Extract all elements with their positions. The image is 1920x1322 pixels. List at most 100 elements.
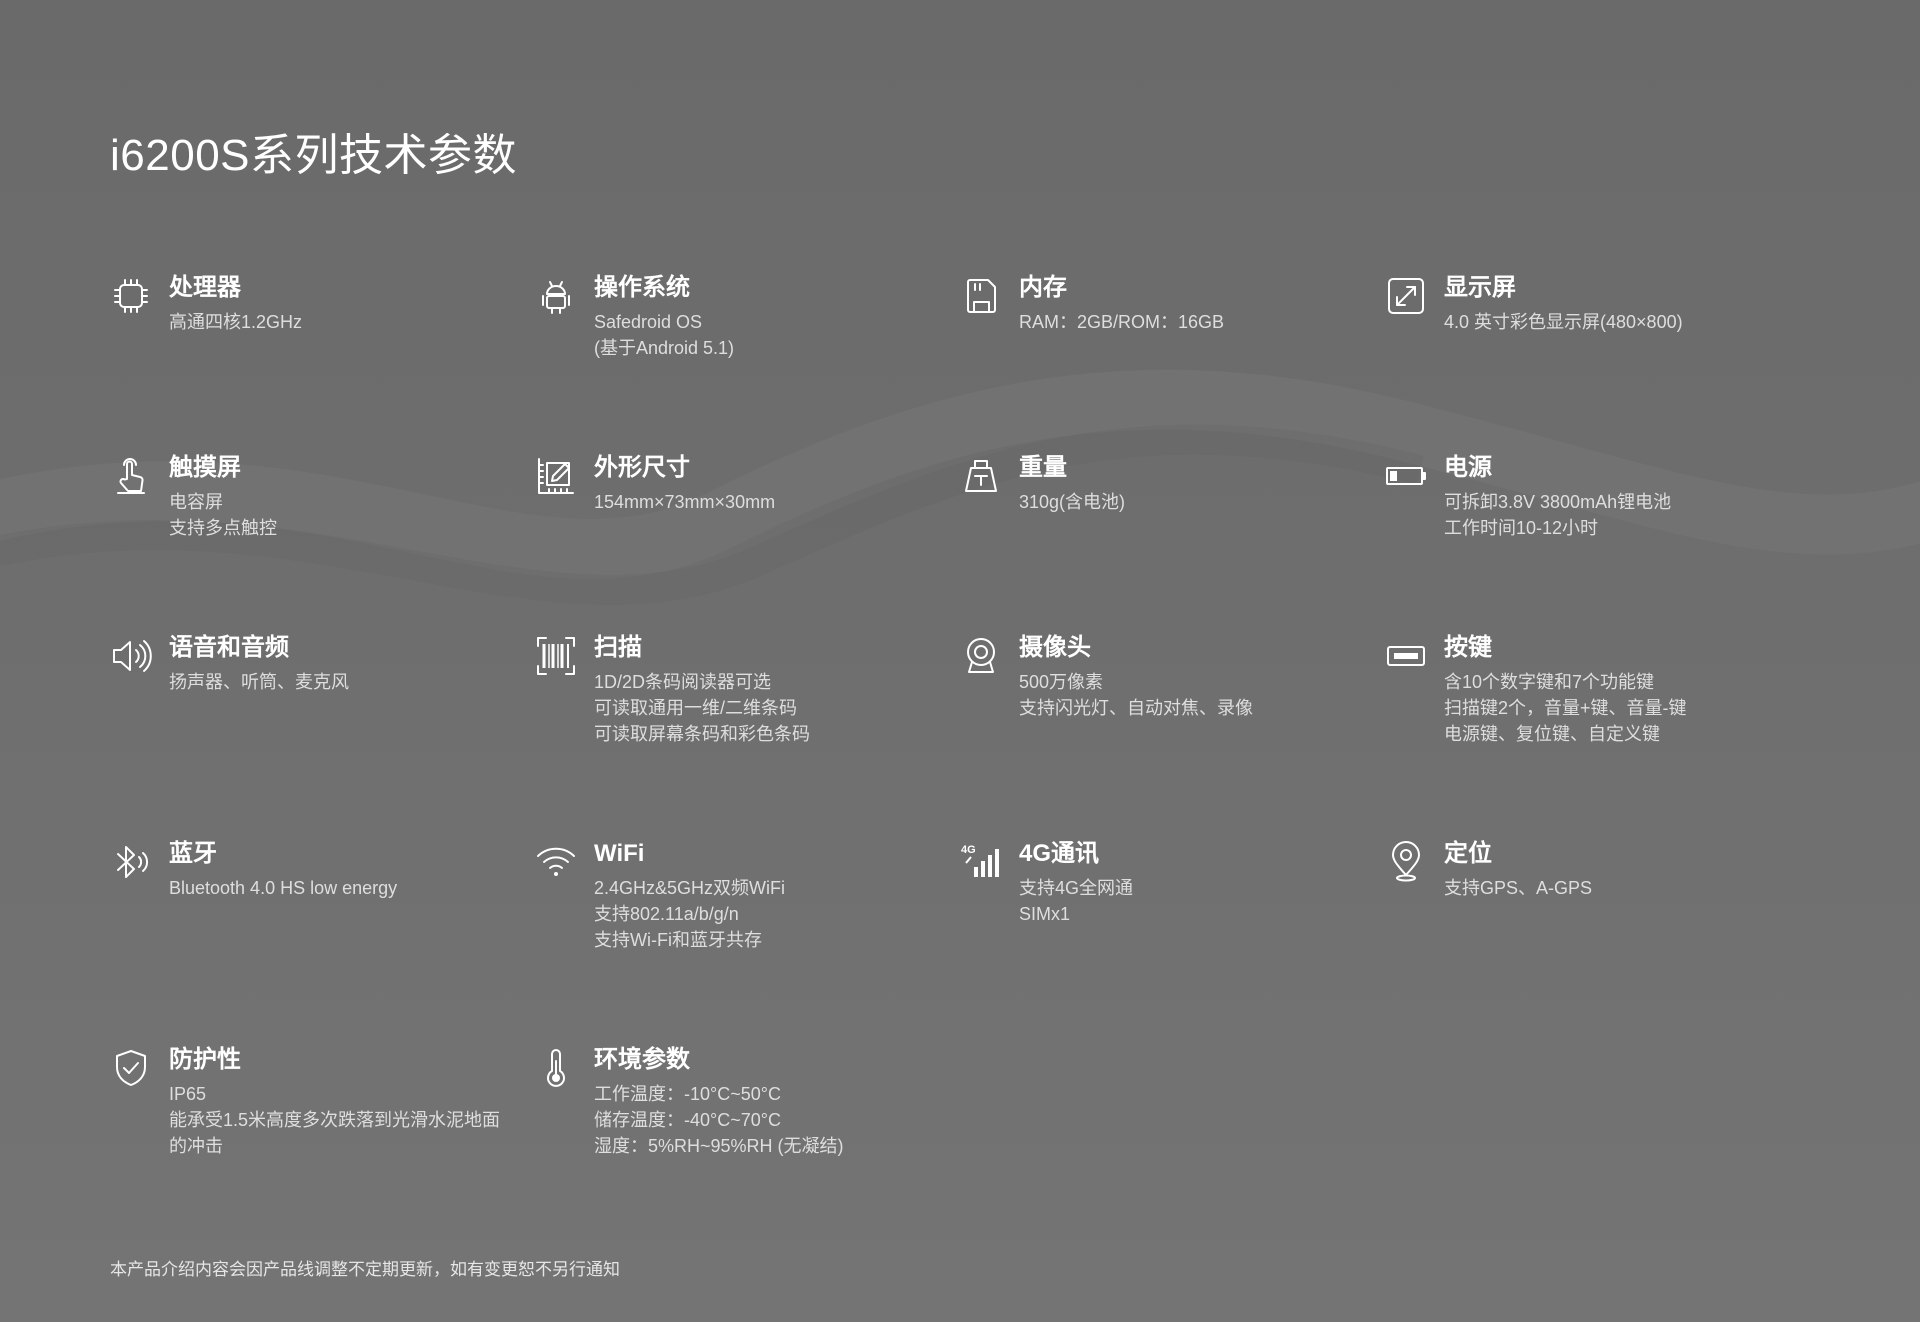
spec-item-dimensions: 外形尺寸 154mm×73mm×30mm	[535, 452, 960, 632]
spec-item-camera: 摄像头 500万像素 支持闪光灯、自动对焦、录像	[960, 632, 1385, 838]
spec-line: 310g(含电池)	[1019, 492, 1126, 512]
spec-item-4g: 4G 4G通讯 支持4G全网通 SIMx1	[960, 838, 1385, 1044]
spec-line: Safedroid OS	[594, 312, 703, 332]
spec-line: SIMx1	[1019, 904, 1071, 924]
spec-body: 4G通讯 支持4G全网通 SIMx1	[1019, 838, 1375, 927]
location-pin-icon	[1385, 841, 1427, 883]
spec-item-touchscreen: 触摸屏 电容屏 支持多点触控	[110, 452, 535, 632]
spec-line: 支持4G全网通	[1019, 878, 1134, 898]
spec-title: 4G通讯	[1019, 840, 1100, 867]
spec-line: Bluetooth 4.0 HS low energy	[169, 878, 398, 898]
spec-line: 支持GPS、A-GPS	[1444, 878, 1593, 898]
spec-body: 触摸屏 电容屏 支持多点触控	[169, 452, 525, 541]
spec-item-scan: 扫描 1D/2D条码阅读器可选 可读取通用一维/二维条码 可读取屏幕条码和彩色条…	[535, 632, 960, 838]
spec-body: 摄像头 500万像素 支持闪光灯、自动对焦、录像	[1019, 632, 1375, 721]
spec-title: 定位	[1444, 840, 1492, 867]
spec-line: 1D/2D条码阅读器可选	[594, 672, 772, 692]
spec-title: 扫描	[594, 634, 642, 661]
spec-body: 重量 310g(含电池)	[1019, 452, 1375, 515]
spec-line: (基于Android 5.1)	[594, 338, 735, 358]
spec-line: 电源键、复位键、自定义键	[1444, 724, 1660, 744]
spec-line: IP65	[169, 1084, 207, 1104]
battery-icon	[1385, 455, 1427, 497]
webcam-icon	[960, 635, 1002, 677]
cpu-icon	[110, 275, 152, 317]
spec-line: 的冲击	[169, 1136, 223, 1156]
key-icon	[1385, 635, 1427, 677]
spec-line: 含10个数字键和7个功能键	[1444, 672, 1655, 692]
spec-item-location: 定位 支持GPS、A-GPS	[1385, 838, 1810, 1044]
spec-title: 摄像头	[1019, 634, 1091, 661]
spec-body: 显示屏 4.0 英寸彩色显示屏(480×800)	[1444, 272, 1800, 335]
spec-line: 能承受1.5米高度多次跌落到光滑水泥地面	[169, 1110, 501, 1130]
spec-line: RAM：2GB/ROM：16GB	[1019, 312, 1225, 332]
spec-line: 扬声器、听筒、麦克风	[169, 672, 349, 692]
spec-body: WiFi 2.4GHz&5GHz双频WiFi 支持802.11a/b/g/n 支…	[594, 838, 950, 953]
spec-body: 电源 可拆卸3.8V 3800mAh锂电池 工作时间10-12小时	[1444, 452, 1800, 541]
spec-item-wifi: WiFi 2.4GHz&5GHz双频WiFi 支持802.11a/b/g/n 支…	[535, 838, 960, 1044]
signal-4g-icon: 4G	[960, 841, 1002, 883]
spec-line: 工作时间10-12小时	[1444, 518, 1599, 538]
spec-line: 4.0 英寸彩色显示屏(480×800)	[1444, 312, 1683, 332]
spec-body: 扫描 1D/2D条码阅读器可选 可读取通用一维/二维条码 可读取屏幕条码和彩色条…	[594, 632, 950, 747]
spec-body: 内存 RAM：2GB/ROM：16GB	[1019, 272, 1375, 335]
spec-line: 2.4GHz&5GHz双频WiFi	[594, 878, 786, 898]
spec-line: 湿度：5%RH~95%RH (无凝结)	[594, 1136, 844, 1156]
spec-item-protection: 防护性 IP65 能承受1.5米高度多次跌落到光滑水泥地面 的冲击	[110, 1044, 535, 1244]
spec-item-os: 操作系统 Safedroid OS (基于Android 5.1)	[535, 272, 960, 452]
spec-body: 环境参数 工作温度：-10°C~50°C 储存温度：-40°C~70°C 湿度：…	[594, 1044, 950, 1159]
spec-body: 定位 支持GPS、A-GPS	[1444, 838, 1800, 901]
spec-body: 蓝牙 Bluetooth 4.0 HS low energy	[169, 838, 525, 901]
barcode-scan-icon	[535, 635, 577, 677]
spec-item-display: 显示屏 4.0 英寸彩色显示屏(480×800)	[1385, 272, 1810, 452]
spec-title: WiFi	[594, 840, 645, 867]
spec-line: 电容屏	[169, 492, 223, 512]
touch-icon	[110, 455, 152, 497]
sd-card-icon	[960, 275, 1002, 317]
spec-line: 154mm×73mm×30mm	[594, 492, 776, 512]
spec-line: 扫描键2个，音量+键、音量-键	[1444, 698, 1687, 718]
spec-line: 可拆卸3.8V 3800mAh锂电池	[1444, 492, 1672, 512]
bluetooth-icon	[110, 841, 152, 883]
spec-title: 外形尺寸	[594, 454, 690, 481]
spec-item-weight: 重量 310g(含电池)	[960, 452, 1385, 632]
spec-title: 重量	[1019, 454, 1067, 481]
thermometer-icon	[535, 1047, 577, 1089]
spec-title: 蓝牙	[169, 840, 217, 867]
shield-check-icon	[110, 1047, 152, 1089]
spec-title: 按键	[1444, 634, 1492, 661]
footnote: 本产品介绍内容会因产品线调整不定期更新，如有变更恕不另行通知	[110, 1260, 620, 1279]
spec-line: 支持闪光灯、自动对焦、录像	[1019, 698, 1253, 718]
expand-icon	[1385, 275, 1427, 317]
spec-item-memory: 内存 RAM：2GB/ROM：16GB	[960, 272, 1385, 452]
spec-body: 语音和音频 扬声器、听筒、麦克风	[169, 632, 525, 695]
page-title: i6200S系列技术参数	[110, 131, 518, 180]
spec-title: 电源	[1444, 454, 1492, 481]
spec-title: 内存	[1019, 274, 1067, 301]
ruler-pencil-icon	[535, 455, 577, 497]
spec-item-power: 电源 可拆卸3.8V 3800mAh锂电池 工作时间10-12小时	[1385, 452, 1810, 632]
spec-item-processor: 处理器 高通四核1.2GHz	[110, 272, 535, 452]
spec-title: 显示屏	[1444, 274, 1516, 301]
spec-line: 可读取通用一维/二维条码	[594, 698, 797, 718]
spec-title: 语音和音频	[169, 634, 289, 661]
wifi-icon	[535, 841, 577, 883]
spec-body: 防护性 IP65 能承受1.5米高度多次跌落到光滑水泥地面 的冲击	[169, 1044, 525, 1159]
spec-line: 工作温度：-10°C~50°C	[594, 1084, 781, 1104]
spec-body: 外形尺寸 154mm×73mm×30mm	[594, 452, 950, 515]
spec-title: 操作系统	[594, 274, 690, 301]
spec-item-environment: 环境参数 工作温度：-10°C~50°C 储存温度：-40°C~70°C 湿度：…	[535, 1044, 960, 1244]
spec-title: 环境参数	[594, 1046, 690, 1073]
spec-title: 防护性	[169, 1046, 241, 1073]
android-icon	[535, 275, 577, 317]
spec-line: 500万像素	[1019, 672, 1104, 692]
spec-item-keys: 按键 含10个数字键和7个功能键 扫描键2个，音量+键、音量-键 电源键、复位键…	[1385, 632, 1810, 838]
spec-line: 支持Wi-Fi和蓝牙共存	[594, 930, 762, 950]
spec-body: 操作系统 Safedroid OS (基于Android 5.1)	[594, 272, 950, 361]
specs-grid: 处理器 高通四核1.2GHz 操作系统 Safedroid OS (基于Andr…	[110, 272, 1850, 1244]
spec-body: 按键 含10个数字键和7个功能键 扫描键2个，音量+键、音量-键 电源键、复位键…	[1444, 632, 1800, 747]
spec-line: 高通四核1.2GHz	[169, 312, 303, 332]
spec-title: 触摸屏	[169, 454, 241, 481]
spec-item-audio: 语音和音频 扬声器、听筒、麦克风	[110, 632, 535, 838]
spec-line: 储存温度：-40°C~70°C	[594, 1110, 781, 1130]
